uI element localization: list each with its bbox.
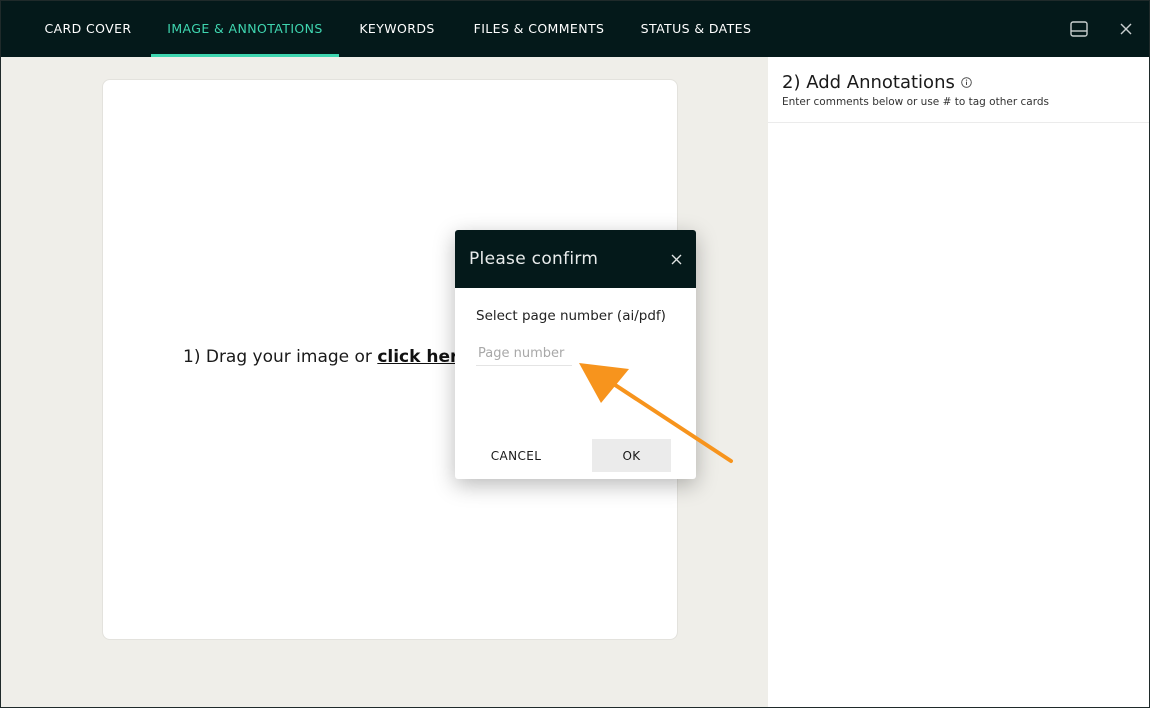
pointer-arrow-icon: [579, 363, 733, 463]
dialog-close-icon[interactable]: [671, 250, 682, 269]
close-icon[interactable]: [1112, 15, 1140, 43]
drop-instructions-text: 1) Drag your image or: [183, 347, 378, 367]
dialog-header: Please confirm: [455, 230, 696, 288]
top-navigation-bar: CARD COVER IMAGE & ANNOTATIONS KEYWORDS …: [1, 1, 1149, 57]
tab-image-annotations[interactable]: IMAGE & ANNOTATIONS: [151, 1, 339, 57]
annotations-subtitle: Enter comments below or use # to tag oth…: [782, 96, 1049, 108]
drop-instructions: 1) Drag your image or click here: [183, 347, 470, 367]
page-number-label: Select page number (ai/pdf): [476, 308, 666, 324]
cancel-button[interactable]: CANCEL: [477, 439, 555, 472]
info-icon[interactable]: [961, 73, 972, 92]
tab-files-comments[interactable]: FILES & COMMENTS: [459, 1, 619, 57]
annotations-title: 2) Add Annotations: [782, 72, 955, 93]
tab-status-dates[interactable]: STATUS & DATES: [631, 1, 761, 57]
tab-keywords[interactable]: KEYWORDS: [346, 1, 448, 57]
layout-panel-icon[interactable]: [1065, 15, 1093, 43]
annotations-pane: 2) Add Annotations Enter comments below …: [768, 57, 1149, 707]
dialog-title: Please confirm: [469, 249, 599, 269]
annotations-header: 2) Add Annotations Enter comments below …: [768, 57, 1149, 123]
tab-card-cover[interactable]: CARD COVER: [31, 1, 145, 57]
page-number-input[interactable]: [476, 342, 572, 366]
